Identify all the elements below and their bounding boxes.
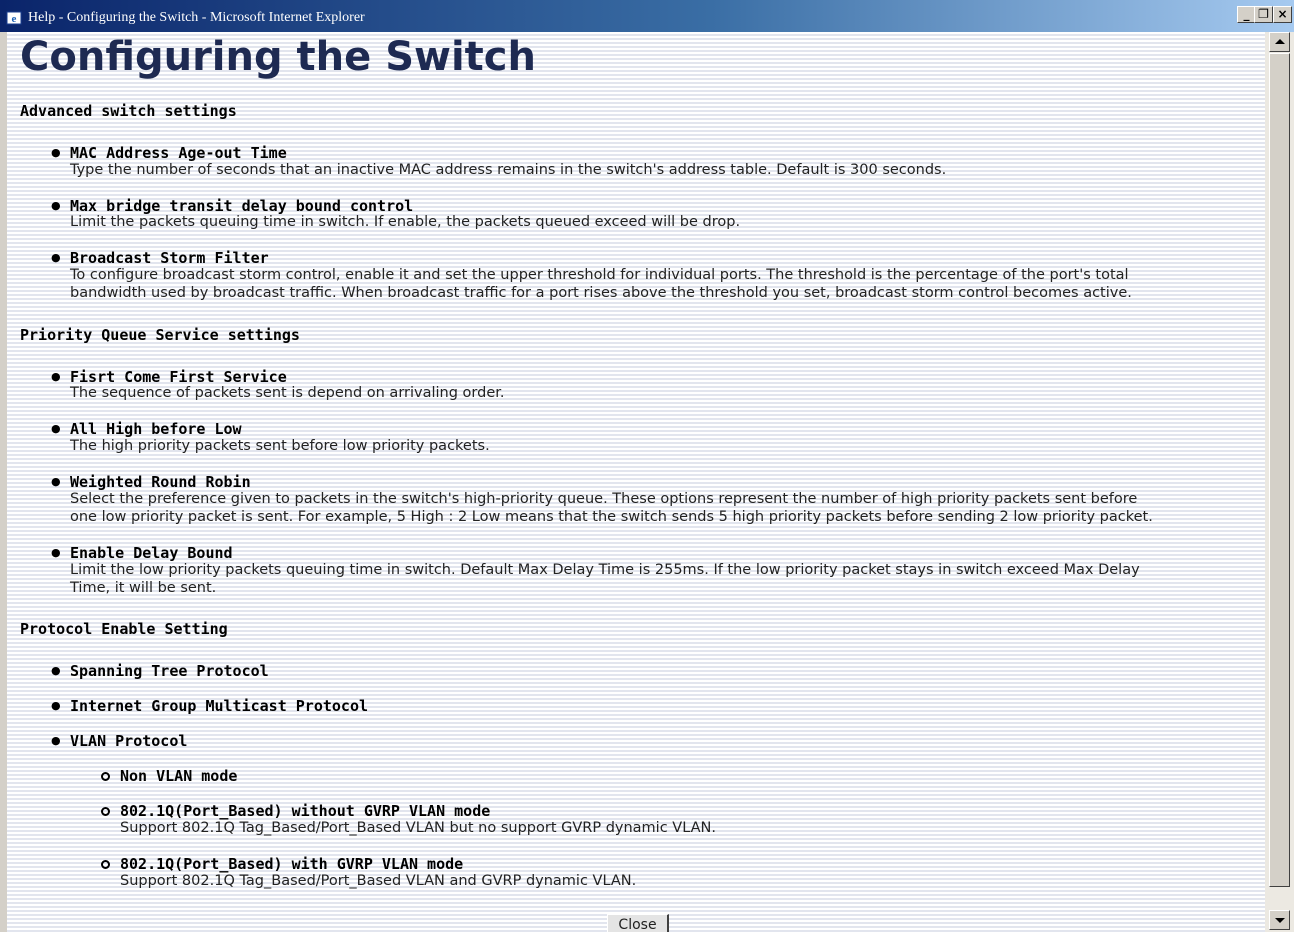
item-title-igmp: Internet Group Multicast Protocol xyxy=(70,697,369,715)
help-window: e Help - Configuring the Switch - Micros… xyxy=(0,0,1294,932)
item-desc-fcfs: The sequence of packets sent is depend o… xyxy=(70,385,505,401)
close-button[interactable]: Close xyxy=(607,914,669,932)
sub-item-title-without-gvrp: 802.1Q(Port_Based) without GVRP VLAN mod… xyxy=(120,802,491,820)
bullet-icon: ● xyxy=(51,546,61,559)
scroll-thumb[interactable] xyxy=(1269,53,1290,887)
sub-item-title-with-gvrp: 802.1Q(Port_Based) with GVRP VLAN mode xyxy=(120,855,464,873)
item-title-delay-bound: Enable Delay Bound xyxy=(70,544,233,562)
item-title-mac-age-out: MAC Address Age-out Time xyxy=(70,144,287,162)
circle-bullet-icon xyxy=(101,860,110,869)
section-heading-advanced: Advanced switch settings xyxy=(20,102,237,120)
item-desc-max-bridge: Limit the packets queuing time in switch… xyxy=(70,214,741,230)
item-title-stp: Spanning Tree Protocol xyxy=(70,662,269,680)
section-heading-protocol: Protocol Enable Setting xyxy=(20,620,228,638)
bullet-icon: ● xyxy=(51,664,61,677)
circle-bullet-icon xyxy=(101,807,110,816)
bullet-icon: ● xyxy=(51,734,61,747)
ie-icon: e xyxy=(6,10,22,26)
arrow-down-icon xyxy=(1275,918,1285,923)
sub-item-desc-without-gvrp: Support 802.1Q Tag_Based/Port_Based VLAN… xyxy=(120,820,717,836)
item-title-broadcast-storm: Broadcast Storm Filter xyxy=(70,249,269,267)
window-title: Help - Configuring the Switch - Microsof… xyxy=(28,10,365,25)
item-desc-wrr-line1: Select the preference given to packets i… xyxy=(70,491,1138,507)
item-desc-wrr-line2: one low priority packet is sent. For exa… xyxy=(70,509,1153,525)
close-window-button[interactable]: × xyxy=(1273,6,1292,23)
item-title-vlan: VLAN Protocol xyxy=(70,732,188,750)
help-content: Configuring the Switch Advanced switch s… xyxy=(7,32,1265,932)
bullet-icon: ● xyxy=(51,199,61,212)
item-desc-delay-bound-line2: Time, it will be sent. xyxy=(70,580,217,596)
bullet-icon: ● xyxy=(51,699,61,712)
item-desc-broadcast-storm-line2: bandwidth used by broadcast traffic. Whe… xyxy=(70,285,1132,301)
page-title: Configuring the Switch xyxy=(20,34,536,80)
title-bar[interactable]: e Help - Configuring the Switch - Micros… xyxy=(0,0,1294,32)
section-heading-priority-queue: Priority Queue Service settings xyxy=(20,326,300,344)
scroll-down-button[interactable] xyxy=(1269,910,1290,930)
window-left-border xyxy=(0,32,7,932)
maximize-button[interactable]: ❐ xyxy=(1254,6,1273,23)
item-title-wrr: Weighted Round Robin xyxy=(70,473,251,491)
item-title-fcfs: Fisrt Come First Service xyxy=(70,368,287,386)
arrow-up-icon xyxy=(1275,39,1285,44)
vertical-scrollbar[interactable] xyxy=(1265,32,1294,932)
bullet-icon: ● xyxy=(51,422,61,435)
item-desc-all-high: The high priority packets sent before lo… xyxy=(70,438,490,454)
bullet-icon: ● xyxy=(51,146,61,159)
item-desc-broadcast-storm-line1: To configure broadcast storm control, en… xyxy=(70,267,1129,283)
sub-item-title-non-vlan: Non VLAN mode xyxy=(120,767,238,785)
item-title-max-bridge: Max bridge transit delay bound control xyxy=(70,197,414,215)
bullet-icon: ● xyxy=(51,475,61,488)
bullet-icon: ● xyxy=(51,251,61,264)
bullet-icon: ● xyxy=(51,370,61,383)
svg-text:e: e xyxy=(12,13,17,25)
item-desc-delay-bound-line1: Limit the low priority packets queuing t… xyxy=(70,562,1140,578)
sub-item-desc-with-gvrp: Support 802.1Q Tag_Based/Port_Based VLAN… xyxy=(120,873,637,889)
circle-bullet-icon xyxy=(101,772,110,781)
item-desc-mac-age-out: Type the number of seconds that an inact… xyxy=(70,162,947,178)
item-title-all-high: All High before Low xyxy=(70,420,242,438)
scroll-up-button[interactable] xyxy=(1269,32,1290,52)
